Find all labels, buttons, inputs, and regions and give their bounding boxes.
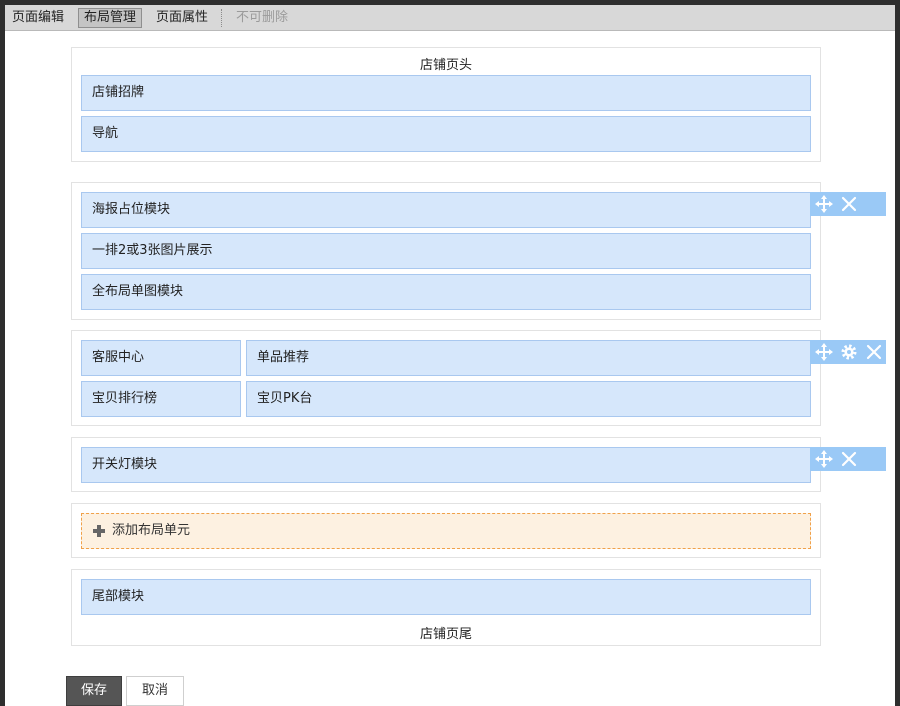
unit-2-toolbox — [810, 340, 886, 364]
layout-unit-1: 海报占位模块 一排2或3张图片展示 全布局单图模块 — [71, 182, 821, 320]
plus-icon — [93, 525, 105, 537]
add-unit-section: 添加布局单元 — [71, 503, 821, 558]
module-shop-sign[interactable]: 店铺招牌 — [81, 75, 811, 111]
header-section: 店铺页头 店铺招牌 导航 — [71, 47, 821, 162]
module-item-pk[interactable]: 宝贝PK台 — [246, 381, 811, 417]
module-navigation[interactable]: 导航 — [81, 116, 811, 152]
tab-bar: 页面编辑 布局管理 页面属性 不可删除 — [5, 5, 895, 31]
add-layout-unit-button[interactable]: 添加布局单元 — [81, 513, 811, 549]
module-customer-service[interactable]: 客服中心 — [81, 340, 241, 376]
module-single-recommend[interactable]: 单品推荐 — [246, 340, 811, 376]
layout-manager-window: 页面编辑 布局管理 页面属性 不可删除 店铺页头 店铺招牌 导航 海报占位模块 … — [5, 5, 895, 706]
module-poster-placeholder[interactable]: 海报占位模块 — [81, 192, 811, 228]
tab-divider — [221, 9, 222, 27]
module-image-row[interactable]: 一排2或3张图片展示 — [81, 233, 811, 269]
unit-1-toolbox — [810, 192, 886, 216]
footer-caption: 店铺页尾 — [419, 627, 472, 642]
move-icon[interactable] — [814, 194, 834, 214]
add-layout-unit-label: 添加布局单元 — [112, 523, 191, 538]
tab-cannot-delete: 不可删除 — [236, 10, 289, 25]
layout-unit-3: 开关灯模块 — [71, 437, 821, 492]
cancel-button[interactable]: 取消 — [126, 676, 184, 706]
unit-3-toolbox — [810, 447, 886, 471]
save-button[interactable]: 保存 — [66, 676, 122, 706]
move-icon[interactable] — [814, 342, 834, 362]
close-icon[interactable] — [839, 194, 859, 214]
module-light-switch[interactable]: 开关灯模块 — [81, 447, 811, 483]
module-full-single-image[interactable]: 全布局单图模块 — [81, 274, 811, 310]
module-footer[interactable]: 尾部模块 — [81, 579, 811, 615]
tab-layout-manage[interactable]: 布局管理 — [78, 8, 143, 28]
tab-page-properties[interactable]: 页面属性 — [150, 8, 214, 28]
layout-unit-2: 客服中心 宝贝排行榜 单品推荐 宝贝PK台 — [71, 330, 821, 426]
module-item-ranking[interactable]: 宝贝排行榜 — [81, 381, 241, 417]
close-icon[interactable] — [839, 449, 859, 469]
close-icon[interactable] — [864, 342, 884, 362]
tab-page-edit[interactable]: 页面编辑 — [6, 8, 70, 28]
footer-section: 尾部模块 店铺页尾 — [71, 569, 821, 646]
gear-icon[interactable] — [839, 342, 859, 362]
move-icon[interactable] — [814, 449, 834, 469]
header-caption: 店铺页头 — [419, 58, 472, 73]
